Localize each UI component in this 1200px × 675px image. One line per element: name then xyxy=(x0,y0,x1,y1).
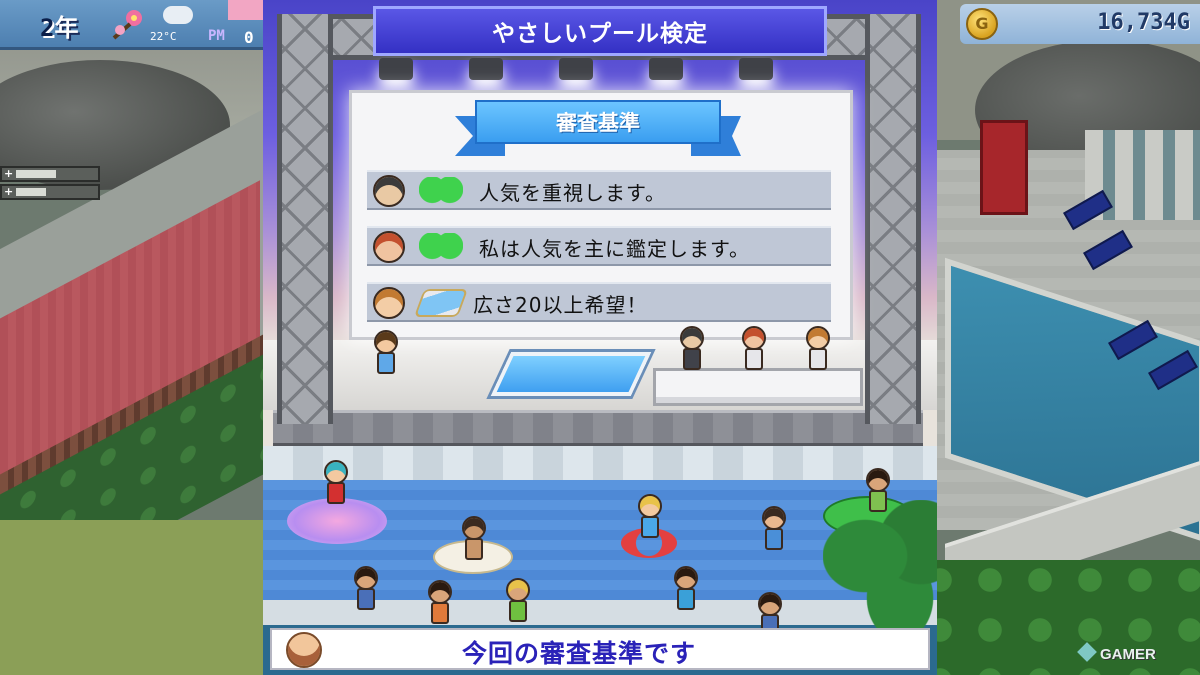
watermark-logo-icon xyxy=(1077,642,1097,662)
judge-portrait-icon xyxy=(373,231,405,263)
criteria-text: 人気を重視します。 xyxy=(479,181,666,205)
hud-money-panel: G 16,734G xyxy=(960,4,1200,44)
stage-truss-right xyxy=(865,14,921,424)
criteria-row: 広さ20以上希望！ xyxy=(367,282,831,322)
judge-character xyxy=(803,326,833,370)
criteria-text: 広さ20以上希望！ xyxy=(473,293,648,317)
swimmer-character xyxy=(759,506,789,550)
photographer-character xyxy=(671,566,701,610)
judge-character xyxy=(739,326,769,370)
dialog-box[interactable]: 今回の審査基準です xyxy=(270,628,930,670)
criteria-text: 私は人気を主に鑑定します。 xyxy=(479,237,750,261)
miniature-pool-model xyxy=(490,352,652,396)
stage-truss-left xyxy=(277,14,333,424)
period-indicator: PM xyxy=(208,28,225,44)
money-amount: 16,734G xyxy=(1097,10,1190,35)
palm-tree xyxy=(823,500,937,640)
stage-light-icon xyxy=(739,58,773,80)
judge-character xyxy=(677,326,707,370)
criteria-row: 私は人気を主に鑑定します。 xyxy=(367,226,831,266)
hud-date-panel: 2年 22°C PM 0 xyxy=(0,0,265,50)
host-character xyxy=(371,330,401,374)
judge-portrait-icon xyxy=(373,287,405,319)
contest-title: やさしいプール検定 xyxy=(492,21,708,47)
pool-float xyxy=(287,498,387,544)
background-world-right xyxy=(935,0,1200,675)
photographer-character xyxy=(351,566,381,610)
criteria-header: 審査基準 xyxy=(556,111,640,135)
stage-light-icon xyxy=(469,58,503,80)
hud-accent xyxy=(228,0,265,20)
contest-title-banner: やさしいプール検定 xyxy=(373,6,827,56)
swimmer-character xyxy=(321,460,351,504)
year-label: 年 xyxy=(54,14,79,42)
swimmer-character xyxy=(459,516,489,560)
speaker-portrait-icon xyxy=(286,632,322,668)
criteria-header-ribbon: 審査基準 xyxy=(455,96,741,156)
stat-bar: + xyxy=(0,166,100,182)
criteria-row: 人気を重視します。 xyxy=(367,170,831,210)
stage-light-icon xyxy=(559,58,593,80)
popularity-hearts-icon xyxy=(419,233,463,261)
year-number: 2 xyxy=(40,14,55,42)
coin-icon: G xyxy=(966,8,998,40)
watermark-text: GAMER xyxy=(1100,646,1156,663)
temperature: 22°C xyxy=(150,30,177,43)
stage-light-icon xyxy=(649,58,683,80)
greenery xyxy=(935,560,1200,675)
watermark: GAMER xyxy=(1077,642,1156,663)
ribbon-body: 審査基準 xyxy=(475,100,721,144)
season-flower-icon xyxy=(112,10,142,40)
photographer-character xyxy=(503,578,533,622)
swimmer-character xyxy=(635,494,665,538)
grass xyxy=(0,520,265,675)
stage-light-icon xyxy=(379,58,413,80)
judge-table xyxy=(653,368,863,406)
background-world-left: + + xyxy=(0,0,265,675)
vending-machine xyxy=(980,120,1028,215)
judge-portrait-icon xyxy=(373,175,405,207)
popularity-hearts-icon xyxy=(419,177,463,205)
dialog-message: 今回の審査基準です xyxy=(462,639,697,668)
stage-front xyxy=(273,410,923,446)
stat-bar: + xyxy=(0,184,100,200)
clock: 0 xyxy=(244,28,254,47)
weather-cloud-icon xyxy=(163,6,193,24)
pool-size-icon xyxy=(413,289,469,317)
photographer-character xyxy=(425,580,455,624)
game-screen: やさしいプール検定 審査基準 人気を重視します。 私は人気を主に鑑定します。 広… xyxy=(263,0,937,675)
year-display: 2年 xyxy=(40,8,78,43)
